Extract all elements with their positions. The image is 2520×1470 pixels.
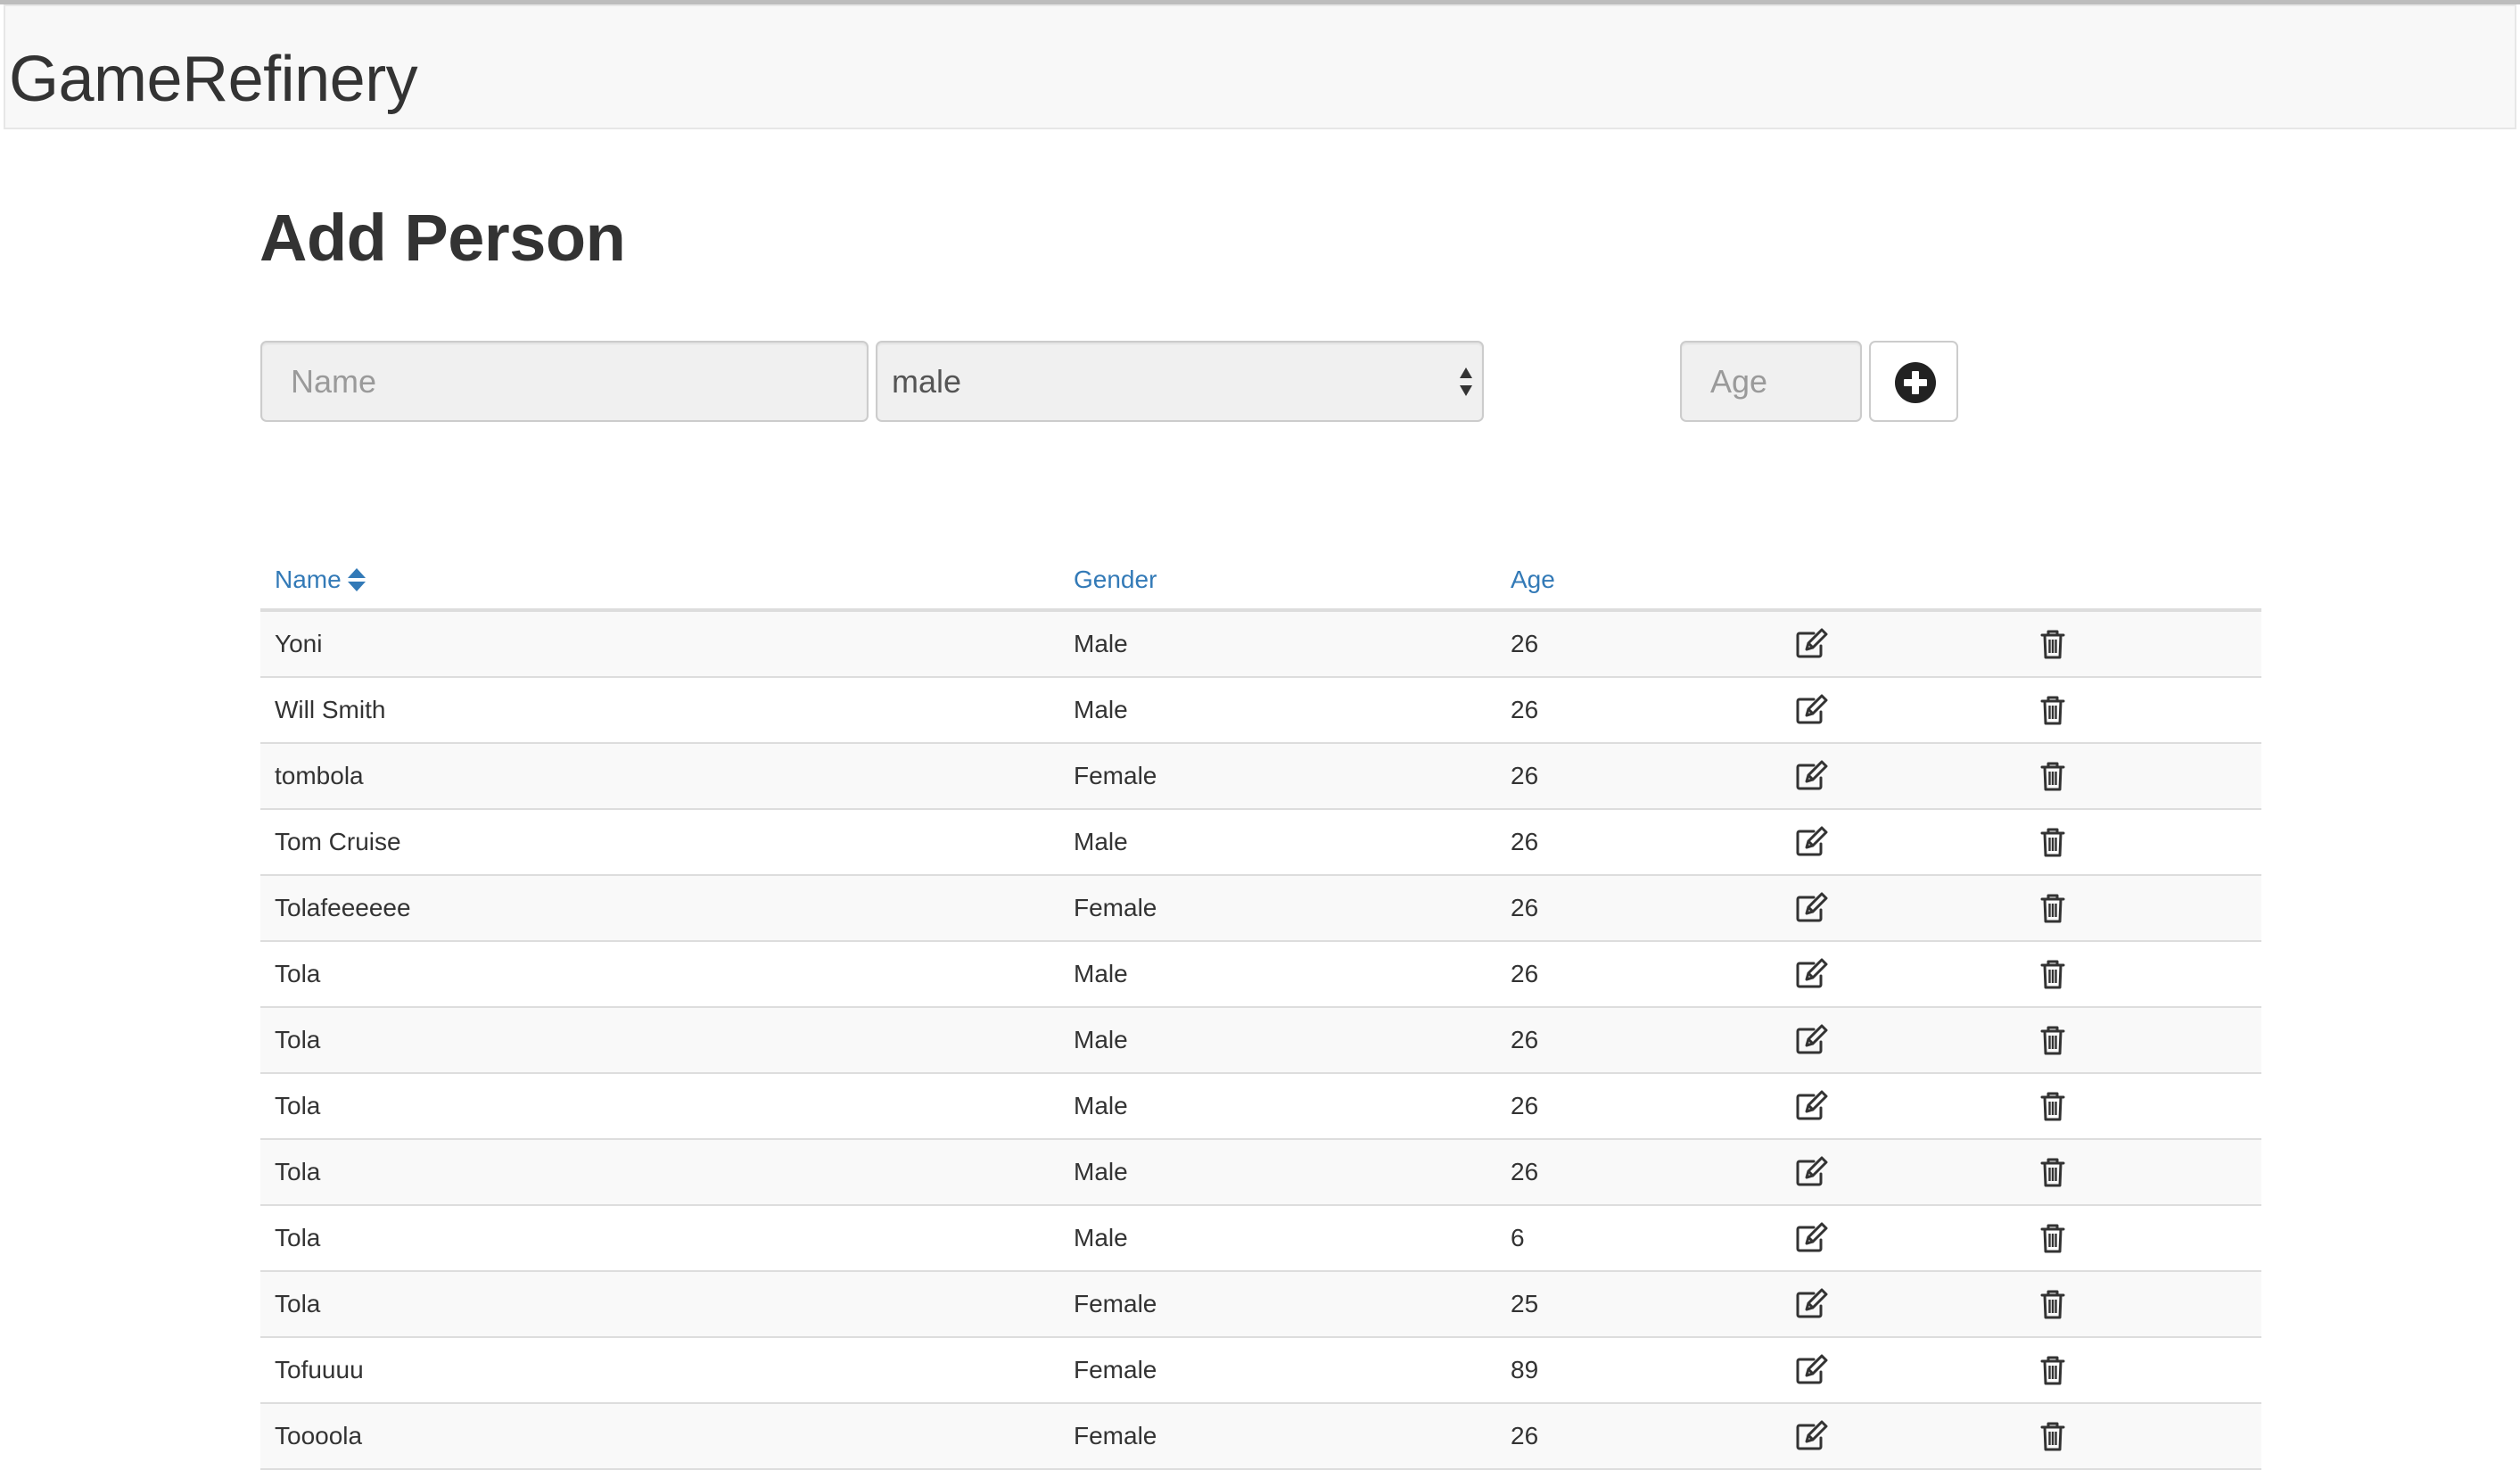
edit-icon[interactable] xyxy=(1794,1420,1830,1452)
cell-gender: Male xyxy=(1074,630,1128,657)
edit-icon[interactable] xyxy=(1794,826,1830,858)
table-row: Will Smith Male 26 xyxy=(260,678,2261,744)
cell-age: 26 xyxy=(1511,1158,1539,1185)
table-row: Yoni Male 26 xyxy=(260,612,2261,678)
cell-name: Tolafeeeeee xyxy=(275,894,411,921)
edit-icon[interactable] xyxy=(1794,1222,1830,1254)
column-header-age[interactable]: Age xyxy=(1511,566,1555,594)
sort-icon[interactable] xyxy=(347,566,366,593)
trash-icon[interactable] xyxy=(2035,892,2071,924)
cell-name: Tom Cruise xyxy=(275,828,401,855)
edit-icon[interactable] xyxy=(1794,760,1830,792)
table-row: Tofuuuu Female 89 xyxy=(260,1338,2261,1404)
age-input[interactable] xyxy=(1680,341,1862,422)
cell-name: Tola xyxy=(275,1026,321,1053)
navbar: GameRefinery xyxy=(4,4,2516,129)
name-input[interactable] xyxy=(260,341,869,422)
cell-age: 26 xyxy=(1511,762,1539,789)
cell-gender: Male xyxy=(1074,1158,1128,1185)
cell-age: 26 xyxy=(1511,960,1539,987)
cell-age: 6 xyxy=(1511,1224,1525,1251)
cell-age: 26 xyxy=(1511,630,1539,657)
cell-name: Tola xyxy=(275,1092,321,1119)
table-row: tombola Female 26 xyxy=(260,744,2261,810)
cell-age: 26 xyxy=(1511,696,1539,723)
table-row: Tom Cruise Male 26 xyxy=(260,810,2261,876)
cell-name: Will Smith xyxy=(275,696,386,723)
cell-name: Tola xyxy=(275,1158,321,1185)
trash-icon[interactable] xyxy=(2035,694,2071,726)
trash-icon[interactable] xyxy=(2035,1090,2071,1122)
cell-gender: Male xyxy=(1074,696,1128,723)
cell-name: Tofuuuu xyxy=(275,1356,364,1383)
edit-icon[interactable] xyxy=(1794,694,1830,726)
cell-age: 26 xyxy=(1511,828,1539,855)
cell-age: 26 xyxy=(1511,1026,1539,1053)
edit-icon[interactable] xyxy=(1794,892,1830,924)
cell-gender: Female xyxy=(1074,894,1157,921)
edit-icon[interactable] xyxy=(1794,1156,1830,1188)
table-row: Toooola Female 26 xyxy=(260,1404,2261,1470)
table-row: Tola Male 6 xyxy=(260,1206,2261,1272)
table-row: Tolafeeeeee Female 26 xyxy=(260,876,2261,942)
table-row: Tola Male 26 xyxy=(260,1140,2261,1206)
edit-icon[interactable] xyxy=(1794,1288,1830,1320)
cell-name: Tola xyxy=(275,960,321,987)
add-person-button[interactable] xyxy=(1869,341,1958,422)
table-row: Tola Female 25 xyxy=(260,1272,2261,1338)
trash-icon[interactable] xyxy=(2035,628,2071,660)
trash-icon[interactable] xyxy=(2035,826,2071,858)
trash-icon[interactable] xyxy=(2035,1288,2071,1320)
cell-age: 26 xyxy=(1511,1422,1539,1449)
trash-icon[interactable] xyxy=(2035,1354,2071,1386)
edit-icon[interactable] xyxy=(1794,1090,1830,1122)
edit-icon[interactable] xyxy=(1794,1024,1830,1056)
table-row: Tola Male 26 xyxy=(260,942,2261,1008)
plus-circle-icon xyxy=(1895,362,1936,403)
cell-gender: Male xyxy=(1074,960,1128,987)
edit-icon[interactable] xyxy=(1794,628,1830,660)
column-header-gender[interactable]: Gender xyxy=(1074,566,1157,594)
page-title: Add Person xyxy=(259,201,626,275)
cell-gender: Female xyxy=(1074,762,1157,789)
cell-age: 89 xyxy=(1511,1356,1539,1383)
people-table-body: Yoni Male 26 Will Smith Male 26 tombola Female 2… xyxy=(260,612,2261,1470)
cell-name: Yoni xyxy=(275,630,323,657)
column-header-name-label: Name xyxy=(275,566,342,593)
trash-icon[interactable] xyxy=(2035,1024,2071,1056)
table-header: Name Gender Age xyxy=(260,548,2261,612)
cell-gender: Female xyxy=(1074,1290,1157,1317)
cell-gender: Female xyxy=(1074,1356,1157,1383)
cell-name: Tola xyxy=(275,1224,321,1251)
cell-age: 25 xyxy=(1511,1290,1539,1317)
cell-name: Toooola xyxy=(275,1422,363,1449)
trash-icon[interactable] xyxy=(2035,760,2071,792)
trash-icon[interactable] xyxy=(2035,958,2071,990)
table-row: Tola Male 26 xyxy=(260,1074,2261,1140)
cell-gender: Male xyxy=(1074,828,1128,855)
cell-age: 26 xyxy=(1511,1092,1539,1119)
brand-title[interactable]: GameRefinery xyxy=(9,43,418,116)
gender-select[interactable]: male xyxy=(876,341,1484,422)
cell-gender: Male xyxy=(1074,1026,1128,1053)
cell-gender: Female xyxy=(1074,1422,1157,1449)
trash-icon[interactable] xyxy=(2035,1420,2071,1452)
cell-age: 26 xyxy=(1511,894,1539,921)
table-row: Tola Male 26 xyxy=(260,1008,2261,1074)
cell-name: Tola xyxy=(275,1290,321,1317)
trash-icon[interactable] xyxy=(2035,1222,2071,1254)
edit-icon[interactable] xyxy=(1794,958,1830,990)
trash-icon[interactable] xyxy=(2035,1156,2071,1188)
cell-gender: Male xyxy=(1074,1092,1128,1119)
cell-name: tombola xyxy=(275,762,364,789)
cell-gender: Male xyxy=(1074,1224,1128,1251)
edit-icon[interactable] xyxy=(1794,1354,1830,1386)
column-header-name[interactable]: Name xyxy=(275,566,366,594)
